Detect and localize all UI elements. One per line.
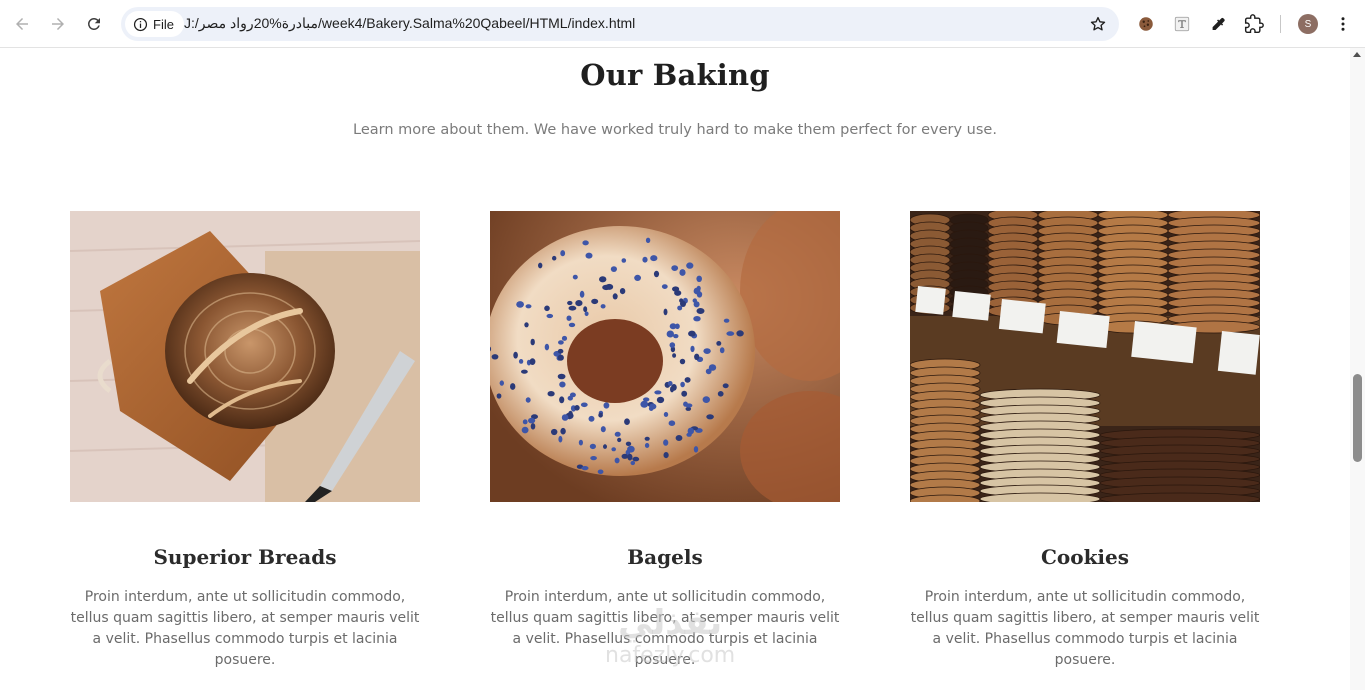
card-title: Cookies bbox=[1040, 545, 1130, 569]
text-extension-icon bbox=[1174, 16, 1190, 32]
site-chip-label: File bbox=[153, 16, 174, 32]
browser-toolbar: File J:/مبادرة%20رواد مصر/week4/Bakery.S… bbox=[0, 0, 1365, 48]
card-title: Bagels bbox=[627, 545, 703, 569]
extensions-button[interactable] bbox=[1242, 12, 1266, 36]
site-info-chip[interactable]: File bbox=[125, 11, 184, 37]
cookies-image bbox=[910, 211, 1260, 502]
card-description: Proin interdum, ante ut sollicitudin com… bbox=[70, 589, 420, 668]
bread-image bbox=[70, 211, 420, 502]
extensions-puzzle-icon bbox=[1244, 14, 1264, 34]
text-extension-button[interactable] bbox=[1170, 12, 1194, 36]
card-description: Proin interdum, ante ut sollicitudin com… bbox=[910, 589, 1260, 668]
product-card-bagels: Bagels Proin interdum, ante ut sollicitu… bbox=[490, 211, 840, 671]
cookie-extension-icon bbox=[1139, 17, 1153, 31]
section-subtitle: Learn more about them. We have worked tr… bbox=[353, 122, 997, 138]
scroll-thumb[interactable] bbox=[1353, 374, 1362, 462]
forward-button[interactable] bbox=[44, 10, 72, 38]
forward-icon bbox=[52, 18, 64, 30]
card-description: Proin interdum, ante ut sollicitudin com… bbox=[490, 589, 840, 668]
reload-button[interactable] bbox=[80, 10, 108, 38]
bagel-image bbox=[490, 211, 840, 502]
page-viewport: Our Baking Learn more about them. We hav… bbox=[0, 48, 1350, 690]
back-button[interactable] bbox=[8, 10, 36, 38]
eyedropper-extension-icon bbox=[1212, 17, 1225, 30]
section-title: Our Baking bbox=[580, 58, 770, 92]
card-title: Superior Breads bbox=[153, 545, 337, 569]
address-bar[interactable]: File J:/مبادرة%20رواد مصر/week4/Bakery.S… bbox=[121, 7, 1119, 41]
reload-icon bbox=[87, 17, 100, 30]
back-icon bbox=[16, 18, 28, 30]
toolbar-separator bbox=[1280, 15, 1281, 33]
profile-avatar[interactable]: S bbox=[1298, 14, 1318, 34]
product-card-breads: Superior Breads Proin interdum, ante ut … bbox=[70, 211, 420, 671]
url-text[interactable]: J:/مبادرة%20رواد مصر/week4/Bakery.Salma%… bbox=[184, 15, 635, 32]
browser-menu-button[interactable] bbox=[1331, 12, 1355, 36]
menu-dots-icon bbox=[1341, 17, 1345, 31]
eyedropper-extension-button[interactable] bbox=[1206, 12, 1230, 36]
vertical-scrollbar[interactable] bbox=[1350, 48, 1365, 690]
cookie-extension-button[interactable] bbox=[1134, 12, 1158, 36]
scroll-up-arrow[interactable] bbox=[1353, 52, 1361, 57]
info-icon bbox=[133, 17, 148, 31]
star-icon[interactable] bbox=[1089, 15, 1107, 33]
product-card-cookies: Cookies Proin interdum, ante ut sollicit… bbox=[910, 211, 1260, 671]
